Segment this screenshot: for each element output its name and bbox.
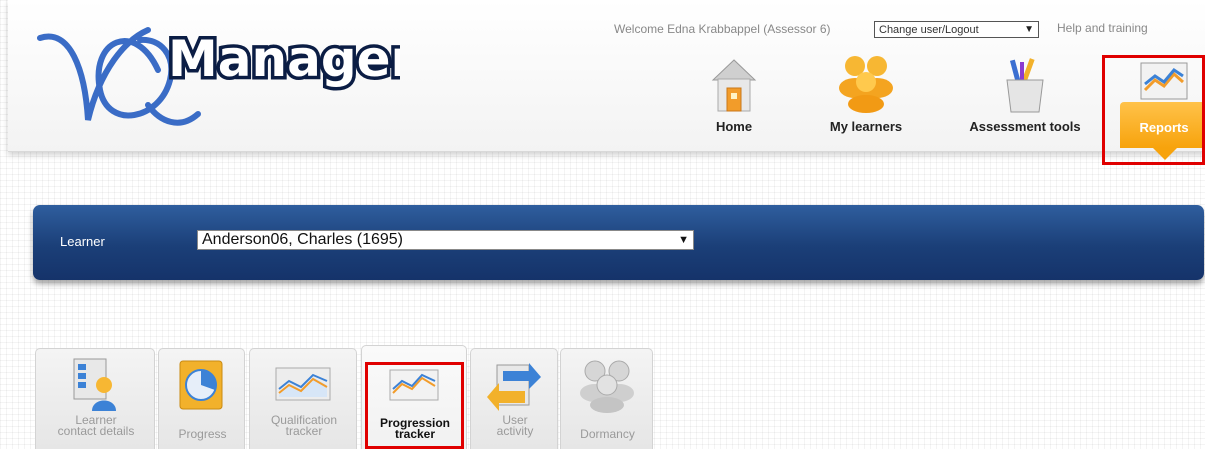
people-icon — [577, 357, 637, 418]
pie-chart-icon — [178, 357, 226, 416]
tab-learner-contact-details[interactable]: Learner contact details — [35, 348, 155, 449]
learner-label: Learner — [60, 234, 105, 249]
line-chart-icon — [389, 369, 439, 406]
dropdown-arrow-icon: ▼ — [1024, 24, 1034, 35]
learner-dropdown-value: Anderson06, Charles (1695) — [202, 231, 404, 248]
welcome-text: Welcome Edna Krabbappel (Assessor 6) — [614, 22, 831, 36]
learner-dropdown[interactable]: Anderson06, Charles (1695) ▼ — [197, 230, 694, 250]
tools-icon — [950, 52, 1100, 119]
app-header: Manager Welcome Edna Krabbappel (Assesso… — [8, 0, 1205, 160]
reports-chart-icon — [1140, 62, 1188, 105]
tab-qualification-tracker[interactable]: Qualification tracker — [249, 348, 357, 449]
tab-progression-tracker[interactable]: Progression tracker — [361, 345, 467, 449]
contact-card-icon — [70, 357, 120, 418]
nav-home[interactable]: Home — [702, 58, 766, 134]
nav-my-learners[interactable]: My learners — [811, 52, 921, 134]
learner-selector-bar: Learner Anderson06, Charles (1695) ▼ — [33, 205, 1204, 280]
nav-my-learners-label: My learners — [829, 119, 903, 134]
tab-label-line2: activity — [496, 424, 534, 438]
exchange-arrows-icon — [485, 357, 543, 418]
nav-assessment-tools[interactable]: Assessment tools — [950, 52, 1100, 134]
tab-dormancy[interactable]: Dormancy — [560, 348, 653, 449]
tab-label-line2: tracker — [285, 424, 323, 438]
tab-label-line1: Dormancy — [580, 427, 635, 441]
learners-icon — [811, 52, 921, 119]
nav-reports-label: Reports — [1139, 120, 1189, 135]
tab-user-activity[interactable]: User activity — [470, 348, 558, 449]
nav-assessment-tools-label: Assessment tools — [969, 119, 1081, 134]
change-user-dropdown[interactable]: Change user/Logout ▼ — [874, 21, 1039, 38]
tab-label-line1: Progress — [178, 427, 227, 441]
dropdown-arrow-icon: ▼ — [678, 234, 689, 246]
tab-label-line2: contact details — [57, 424, 135, 438]
tab-label-line2: tracker — [394, 427, 436, 441]
help-training-link[interactable]: Help and training — [1057, 21, 1148, 35]
vqmanager-logo[interactable]: Manager — [30, 10, 419, 145]
nav-reports[interactable]: Reports — [1116, 55, 1205, 161]
svg-text:Manager: Manager — [168, 30, 400, 88]
line-chart-icon — [275, 367, 331, 406]
home-icon — [702, 58, 766, 119]
tab-progress[interactable]: Progress — [158, 348, 245, 449]
nav-home-label: Home — [715, 119, 753, 134]
change-user-value: Change user/Logout — [879, 23, 979, 36]
